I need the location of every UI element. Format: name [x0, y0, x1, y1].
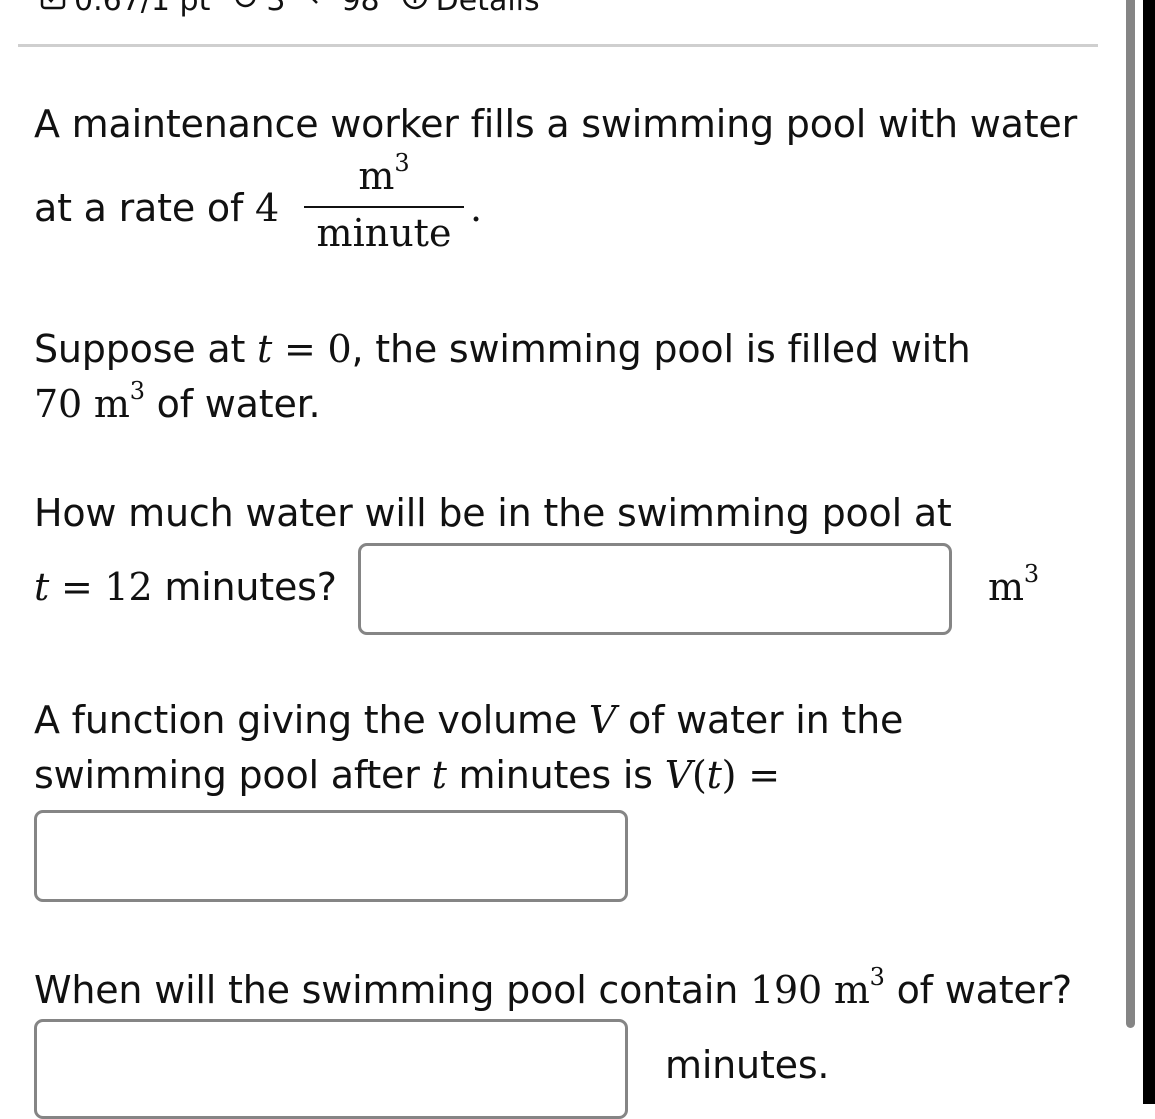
status-bar: 0.67/1 pt 3 98 Details: [40, 0, 562, 22]
rate-unit-numerator: m3: [358, 149, 410, 198]
submissions-group: 98: [307, 0, 380, 18]
problem-intro-line2: at a rate of 4: [34, 186, 279, 230]
submissions-icon: [307, 0, 341, 18]
screen-edge: [1143, 0, 1155, 1104]
question3-unit: minutes.: [665, 1043, 830, 1087]
answer-input-volume-function[interactable]: [34, 810, 628, 902]
question2-line1: A function giving the volume V of water …: [34, 698, 904, 742]
retries-count: 3: [266, 0, 286, 18]
header-divider: [18, 44, 1098, 47]
fraction-bar: [304, 206, 464, 208]
problem-intro-line1: A maintenance worker fills a swimming po…: [34, 102, 1078, 146]
answer-input-time-to-190[interactable]: [34, 1019, 628, 1119]
question1-line2: t = 12 minutes?: [34, 565, 337, 609]
vertical-scrollbar[interactable]: [1126, 0, 1135, 1028]
question1-unit: m3: [988, 560, 1039, 609]
initial-condition-line2: 70 m3 of water.: [34, 377, 321, 426]
retries-group: 3: [232, 0, 285, 18]
rate-period: .: [470, 186, 482, 230]
question1-line1: How much water will be in the swimming p…: [34, 491, 952, 535]
answer-input-water-at-12-min[interactable]: [358, 543, 952, 635]
retry-icon: [232, 0, 266, 18]
details-label: Details: [435, 0, 540, 18]
rate-value: 4: [255, 186, 279, 230]
submissions-count: 98: [341, 0, 380, 18]
initial-condition-line1: Suppose at t = 0, the swimming pool is f…: [34, 327, 971, 371]
question2-line2: swimming pool after t minutes is V(t) =: [34, 753, 780, 797]
score-text: 0.67/1 pt: [74, 0, 211, 18]
details-button[interactable]: Details: [402, 0, 540, 18]
rate-unit-denominator: minute: [316, 211, 452, 255]
rate-unit-fraction: m3 minute: [304, 150, 464, 256]
checkbox-icon: [40, 0, 74, 18]
question3-line1: When will the swimming pool contain 190 …: [34, 963, 1072, 1012]
score-group: 0.67/1 pt: [40, 0, 210, 18]
info-icon: [402, 0, 436, 18]
